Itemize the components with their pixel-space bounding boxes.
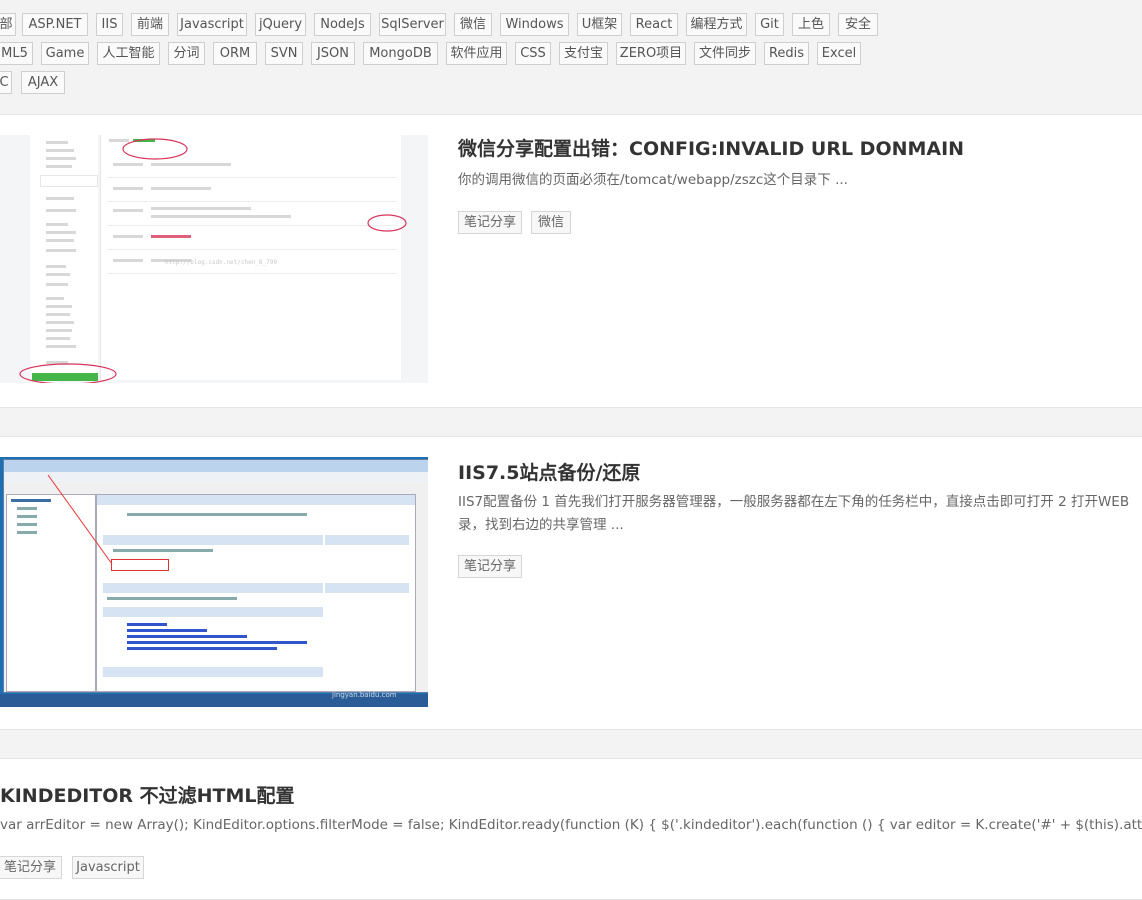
annotation-arrow [47, 474, 113, 565]
tag-link[interactable]: 分词 [168, 42, 205, 65]
image-caption: http://blog.csdn.net/chen_8_799 [165, 259, 277, 266]
tag-cloud: 部 ASP.NET IIS 前端 Javascript jQuery NodeJ… [0, 0, 1142, 115]
tag-link[interactable]: ASP.NET [22, 13, 88, 36]
tag-link[interactable]: 软件应用 [446, 42, 507, 65]
tag-link[interactable]: CSS [515, 42, 551, 65]
post-tag[interactable]: 笔记分享 [0, 856, 62, 879]
tag-link[interactable]: Git [755, 13, 784, 36]
image-watermark-url: jingyan.baidu.com [332, 691, 397, 699]
tag-link[interactable]: C [0, 71, 12, 94]
post-thumbnail[interactable]: http://blog.csdn.net/chen_8_799 [0, 135, 428, 383]
tag-link[interactable]: NodeJs [314, 13, 371, 36]
post-tag[interactable]: 笔记分享 [458, 211, 522, 234]
tag-link[interactable]: Redis [764, 42, 809, 65]
post-card: KINDEDITOR 不过滤HTML配置 var arrEditor = new… [0, 758, 1142, 900]
tag-link[interactable]: 支付宝 [559, 42, 608, 65]
post-excerpt-continued: 录，找到右边的共享管理 ... [458, 517, 624, 533]
tag-link[interactable]: SVN [265, 42, 303, 65]
tag-link[interactable]: IIS [96, 13, 123, 36]
tag-link[interactable]: ML5 [0, 42, 33, 65]
post-excerpt: IIS7配置备份 1 首先我们打开服务器管理器，一般服务器都在左下角的任务栏中，… [458, 494, 1130, 510]
post-title[interactable]: 微信分享配置出错：CONFIG:INVALID URL DONMAIN [458, 134, 964, 161]
tag-link[interactable]: 编程方式 [686, 13, 747, 36]
tag-link[interactable]: ORM [213, 42, 257, 65]
tag-link[interactable]: ZERO项目 [616, 42, 686, 65]
post-tag[interactable]: 笔记分享 [458, 555, 522, 578]
tag-link[interactable]: JSON [311, 42, 355, 65]
post-tag[interactable]: Javascript [72, 856, 144, 879]
tag-link[interactable]: Windows [500, 13, 569, 36]
tag-link[interactable]: Excel [817, 42, 861, 65]
tag-link[interactable]: 文件同步 [694, 42, 756, 65]
tag-link[interactable]: 安全 [838, 13, 878, 36]
screenshot-image: http://blog.csdn.net/chen_8_799 [0, 135, 428, 383]
post-tag[interactable]: 微信 [531, 211, 571, 234]
tag-link[interactable]: 上色 [792, 13, 830, 36]
post-excerpt: 你的调用微信的页面必须在/tomcat/webapp/zszc这个目录下 ... [458, 172, 848, 188]
screenshot-image: Baidu经验 jingyan.baidu.com [0, 457, 428, 707]
post-title[interactable]: IIS7.5站点备份/还原 [458, 458, 640, 485]
image-watermark: Baidu经验 [332, 675, 405, 691]
tag-link[interactable]: 部 [0, 13, 16, 36]
tag-link[interactable]: jQuery [255, 13, 306, 36]
tag-link[interactable]: Game [41, 42, 89, 65]
post-title[interactable]: KINDEDITOR 不过滤HTML配置 [0, 781, 295, 808]
tag-link[interactable]: 微信 [454, 13, 492, 36]
post-card: http://blog.csdn.net/chen_8_799 微信分享配置出错… [0, 114, 1142, 408]
tag-link[interactable]: U框架 [577, 13, 622, 36]
post-card: Baidu经验 jingyan.baidu.com IIS7.5站点备份/还原 … [0, 436, 1142, 730]
tag-link[interactable]: MongoDB [363, 42, 438, 65]
post-thumbnail[interactable]: Baidu经验 jingyan.baidu.com [0, 457, 428, 707]
tag-link[interactable]: Javascript [177, 13, 247, 36]
tag-link[interactable]: AJAX [21, 71, 65, 94]
tag-link[interactable]: 前端 [131, 13, 169, 36]
post-excerpt: var arrEditor = new Array(); KindEditor.… [0, 817, 1142, 833]
tag-link[interactable]: React [630, 13, 678, 36]
tag-link[interactable]: SqlServer [379, 13, 446, 36]
tag-link[interactable]: 人工智能 [97, 42, 160, 65]
